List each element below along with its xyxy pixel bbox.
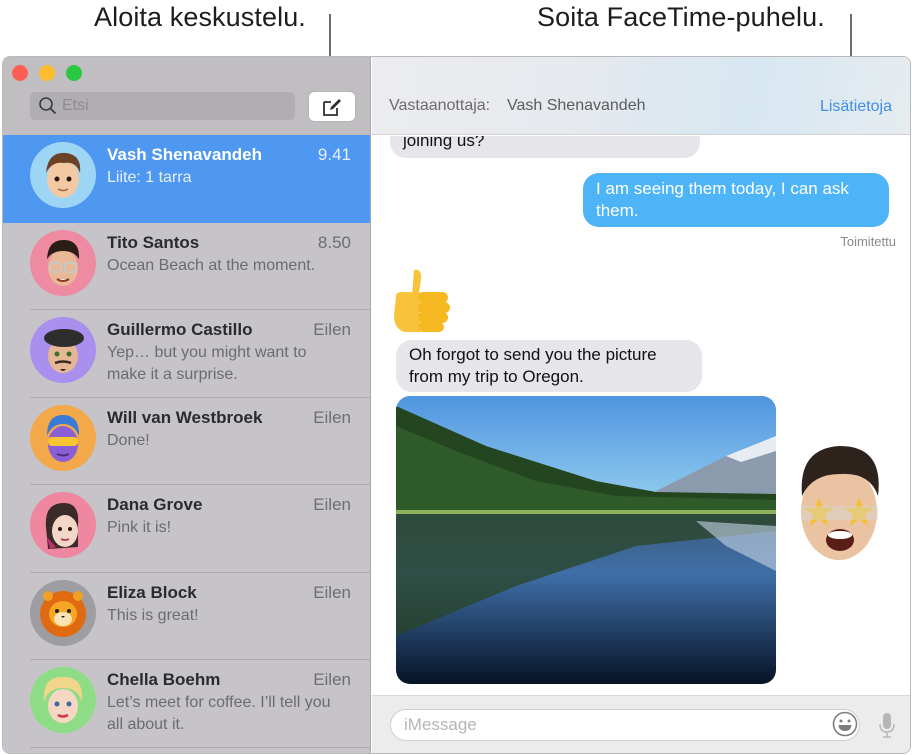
- conversation-item[interactable]: Chella Boehm Eilen Let’s meet for coffee…: [3, 660, 370, 748]
- conversation-name: Chella Boehm: [107, 670, 221, 689]
- conversation-name: Tito Santos: [107, 232, 200, 252]
- conversation-time: Eilen: [313, 407, 351, 427]
- composer-bar: [372, 695, 910, 753]
- microphone-icon: [879, 713, 895, 738]
- messages-window: Vash Shenavandeh 9.41 Liite: 1 tarra Tit…: [2, 56, 911, 754]
- recipient-label: Vastaanottaja:: [389, 97, 491, 114]
- conversation-list: Vash Shenavandeh 9.41 Liite: 1 tarra Tit…: [3, 135, 370, 748]
- conversation-item[interactable]: Vash Shenavandeh 9.41 Liite: 1 tarra: [3, 135, 370, 223]
- sidebar-toolbar: [3, 57, 370, 135]
- search-field[interactable]: [30, 92, 295, 120]
- conversation-item[interactable]: Tito Santos 8.50 Ocean Beach at the mome…: [3, 223, 370, 310]
- search-input[interactable]: [62, 97, 282, 115]
- conversation-item[interactable]: Eliza Block Eilen This is great!: [3, 573, 370, 660]
- conversation-time: Eilen: [313, 670, 351, 689]
- conversation-preview: Let’s meet for coffee. I’ll tell you all…: [107, 694, 331, 733]
- conversation-name: Will van Westbroek: [107, 407, 263, 427]
- thumbs-up-emoji: [390, 266, 456, 336]
- emoji-icon: [832, 711, 858, 737]
- conversation-preview: Pink it is!: [107, 519, 172, 536]
- message-bubble-outgoing: I am seeing them today, I can ask them.: [583, 173, 889, 227]
- message-thread[interactable]: joining us? I am seeing them today, I ca…: [372, 136, 910, 695]
- photo-attachment[interactable]: [396, 396, 776, 684]
- conversation-preview: Done!: [107, 431, 150, 449]
- conversation-name: Guillermo Castillo: [107, 320, 253, 339]
- details-link[interactable]: Lisätietoja: [820, 98, 892, 116]
- conversation-name: Vash Shenavandeh: [107, 145, 262, 164]
- avatar: [30, 229, 96, 296]
- conversation-preview: This is great!: [107, 606, 199, 624]
- conversation-time: 8.50: [317, 232, 351, 252]
- avatar: [30, 492, 96, 558]
- conversation-header: Vastaanottaja: Vash Shenavandeh Lisätiet…: [372, 57, 910, 135]
- avatar: [30, 667, 96, 733]
- conversation-preview: Yep… but you might want to make it a sur…: [107, 344, 307, 383]
- conversation-time: Eilen: [313, 320, 351, 339]
- delivered-status: Toimitettu: [840, 234, 896, 249]
- conversation-preview: Liite: 1 tarra: [107, 169, 192, 186]
- minimize-button[interactable]: [39, 65, 55, 81]
- message-bubble-incoming: Oh forgot to send you the picture from m…: [396, 340, 702, 392]
- divider: [30, 746, 370, 748]
- callout-facetime: Soita FaceTime-puhelu.: [537, 2, 825, 32]
- avatar: [30, 142, 96, 208]
- avatar: [30, 404, 96, 471]
- callout-compose: Aloita keskustelu.: [94, 2, 306, 32]
- conversation-item[interactable]: Guillermo Castillo Eilen Yep… but you mi…: [3, 310, 370, 398]
- avatar: [30, 317, 96, 383]
- message-bubble-incoming: joining us?: [390, 136, 700, 158]
- emoji-button[interactable]: [832, 711, 858, 737]
- compose-button[interactable]: [309, 92, 355, 121]
- conversation-item[interactable]: Will van Westbroek Eilen Done!: [3, 398, 370, 485]
- conversation-name: Dana Grove: [107, 495, 203, 514]
- avatar: [30, 579, 96, 646]
- sidebar: Vash Shenavandeh 9.41 Liite: 1 tarra Tit…: [3, 57, 371, 753]
- conversation-pane: Vastaanottaja: Vash Shenavandeh Lisätiet…: [372, 57, 910, 753]
- compose-icon: [323, 98, 341, 116]
- search-icon: [39, 97, 56, 114]
- conversation-name: Eliza Block: [107, 582, 197, 602]
- memoji-sticker: [792, 436, 887, 571]
- conversation-time: Eilen: [313, 495, 351, 514]
- conversation-time: Eilen: [313, 582, 351, 602]
- microphone-button[interactable]: [877, 711, 897, 739]
- message-input[interactable]: [390, 709, 860, 741]
- recipient-name[interactable]: Vash Shenavandeh: [507, 97, 645, 115]
- conversation-item[interactable]: Dana Grove Eilen Pink it is!: [3, 485, 370, 573]
- close-button[interactable]: [12, 65, 28, 81]
- zoom-button[interactable]: [66, 65, 82, 81]
- conversation-time: 9.41: [317, 145, 351, 164]
- conversation-preview: Ocean Beach at the moment.: [107, 256, 316, 274]
